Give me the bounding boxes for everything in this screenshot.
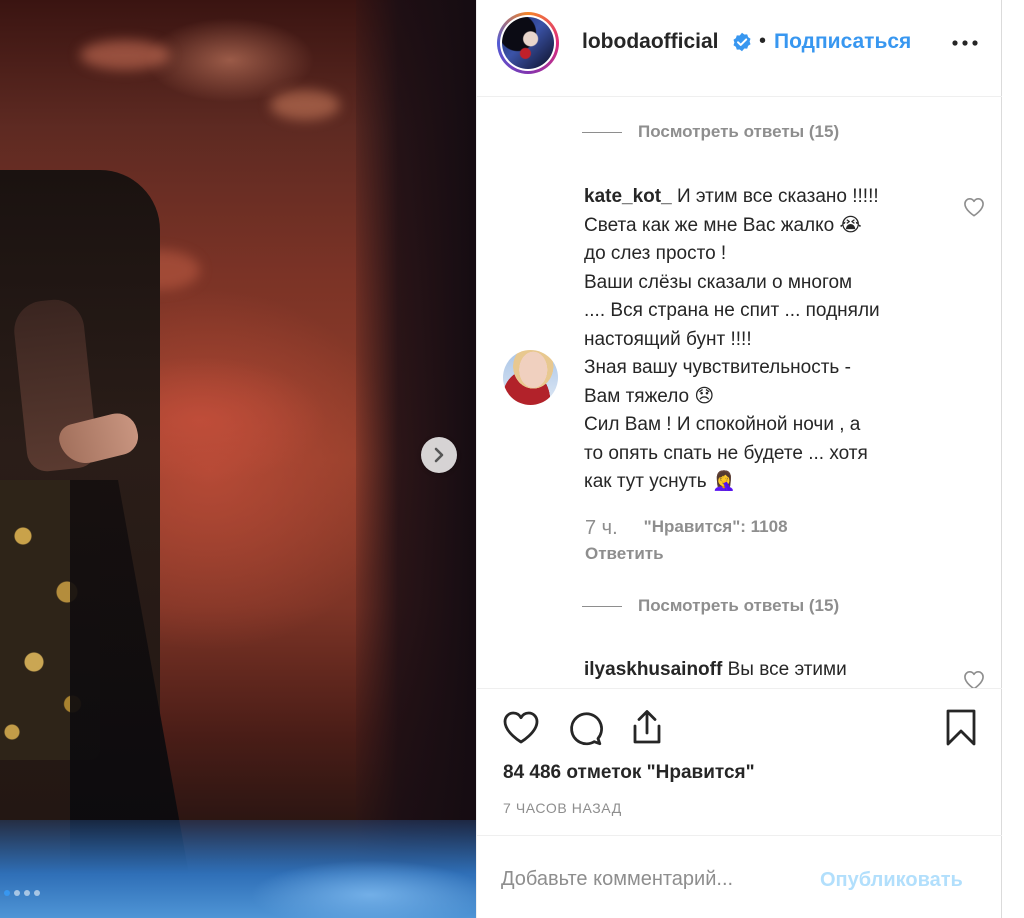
comment-like-heart-icon[interactable] bbox=[963, 197, 985, 217]
replies-divider bbox=[582, 131, 622, 133]
view-replies-button[interactable]: Посмотреть ответы (15) bbox=[582, 122, 839, 142]
comment-username[interactable]: kate_kot_ bbox=[584, 186, 672, 207]
more-horizontal-icon[interactable] bbox=[950, 33, 980, 53]
comment-line: Ваши слёзы сказали о многом bbox=[584, 271, 853, 293]
view-replies-label: Посмотреть ответы (15) bbox=[638, 122, 840, 141]
author-avatar-image bbox=[502, 17, 554, 69]
comment-meta: 7 ч. "Нравится": 1108 bbox=[585, 517, 788, 540]
carousel-next-button[interactable] bbox=[421, 437, 457, 473]
comment-line: Света как же мне Вас жалко 😭 bbox=[584, 214, 862, 236]
chevron-right-icon bbox=[434, 447, 444, 463]
carousel-indicator bbox=[4, 890, 40, 896]
comment-line: как тут уснуть 🤦‍♀️ bbox=[584, 471, 736, 492]
comment-line: И этим все сказано !!!!! bbox=[676, 186, 879, 207]
comment-likes[interactable]: "Нравится": 1108 bbox=[644, 517, 788, 540]
comment-input[interactable] bbox=[501, 864, 811, 894]
stage-fog-glow bbox=[250, 860, 476, 918]
comment-line: Вы все этими bbox=[727, 659, 847, 680]
comment-line: Зная вашу чувствительность - bbox=[584, 357, 851, 378]
comment-line: Сил Вам ! И спокойной ночи , а bbox=[584, 414, 861, 435]
bookmark-icon[interactable] bbox=[941, 708, 981, 748]
publish-comment-button[interactable]: Опубликовать bbox=[820, 869, 963, 892]
page-gutter bbox=[1002, 0, 1024, 918]
carousel-dot bbox=[24, 890, 30, 896]
actions-divider bbox=[477, 688, 1002, 689]
comment-line: .... Вся страна не спит ... подняли bbox=[584, 300, 880, 321]
carousel-dot bbox=[34, 890, 40, 896]
reply-button[interactable]: Ответить bbox=[585, 544, 664, 564]
follow-button[interactable]: Подписаться bbox=[774, 30, 911, 54]
share-icon[interactable] bbox=[627, 708, 667, 748]
comment-text: ilyaskhusainoff Вы все этими bbox=[584, 656, 847, 684]
comment-line: до слез просто ! bbox=[584, 243, 727, 264]
photo-shadow bbox=[356, 0, 476, 918]
carousel-dot bbox=[14, 890, 20, 896]
comment-username[interactable]: ilyaskhusainoff bbox=[584, 659, 722, 680]
post-like-count[interactable]: 84 486 отметок "Нравится" bbox=[503, 762, 755, 784]
author-avatar[interactable] bbox=[497, 12, 559, 74]
comments-list[interactable]: Посмотреть ответы (15) kate_kot_ И этим … bbox=[477, 98, 1002, 688]
heart-icon[interactable] bbox=[501, 708, 541, 748]
post-header: lobodaofficial • Подписаться bbox=[477, 0, 1002, 97]
comment-line: то опять спать не будете ... хотя bbox=[584, 442, 868, 464]
replies-divider bbox=[582, 605, 622, 607]
comment-time[interactable]: 7 ч. bbox=[585, 517, 618, 540]
view-replies-button[interactable]: Посмотреть ответы (15) bbox=[582, 596, 839, 616]
comment-line: Вам тяжело 😞 bbox=[584, 385, 715, 407]
bokeh-light bbox=[270, 90, 340, 120]
header-separator: • bbox=[759, 30, 767, 52]
post-side-panel: lobodaofficial • Подписаться Посмотреть … bbox=[476, 0, 1002, 918]
post-timestamp[interactable]: 7 ЧАСОВ НАЗАД bbox=[503, 800, 622, 816]
commenter-avatar[interactable] bbox=[503, 350, 558, 405]
comment-icon[interactable] bbox=[565, 708, 605, 748]
bokeh-light bbox=[80, 40, 170, 70]
view-replies-label: Посмотреть ответы (15) bbox=[638, 596, 840, 615]
comment-like-heart-icon[interactable] bbox=[963, 670, 985, 688]
author-username[interactable]: lobodaofficial bbox=[582, 30, 719, 54]
add-comment-bar: Опубликовать bbox=[477, 835, 1002, 918]
comment-line: настоящий бунт !!!! bbox=[584, 328, 752, 350]
comment-text: kate_kot_ И этим все сказано !!!!! Света… bbox=[584, 183, 944, 497]
carousel-dot-active bbox=[4, 890, 10, 896]
verified-badge-icon bbox=[733, 32, 751, 52]
post-photo[interactable] bbox=[0, 0, 476, 918]
